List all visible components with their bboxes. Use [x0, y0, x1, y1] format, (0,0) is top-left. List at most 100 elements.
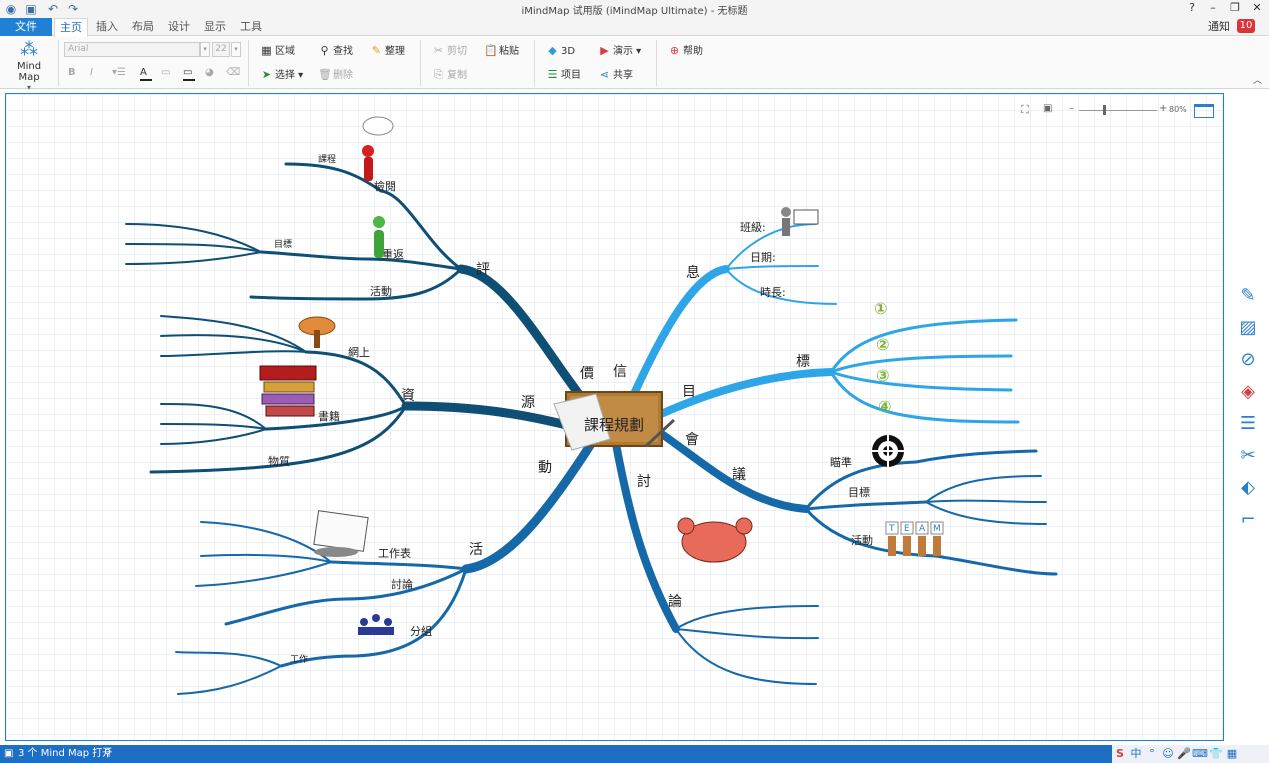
sub-class[interactable]: 班級: — [740, 221, 766, 234]
underline-color-icon[interactable]: ▭ — [183, 65, 195, 81]
tab-design[interactable]: 设计 — [162, 18, 196, 36]
scissors-code-icon[interactable]: ✂ — [1236, 444, 1260, 468]
highlight-icon[interactable]: ▭ — [161, 65, 170, 81]
close-button[interactable]: ✕ — [1247, 1, 1267, 14]
target-icon[interactable] — [868, 431, 908, 471]
tab-layout[interactable]: 布局 — [126, 18, 160, 36]
tree-image[interactable] — [298, 316, 336, 348]
teacher-image[interactable] — [781, 207, 819, 236]
green-figure-image[interactable] — [373, 216, 385, 258]
tab-tools[interactable]: 工具 — [234, 18, 268, 36]
branch-info-label[interactable]: 息 — [686, 264, 700, 281]
sub-discussion[interactable]: 討論 — [391, 577, 413, 591]
branch-meeting-label[interactable]: 議 — [732, 466, 746, 483]
present-button[interactable]: ▶ 演示 ▾ — [598, 43, 641, 59]
branch-eval-label[interactable]: 評 — [476, 262, 490, 278]
restore-button[interactable]: ❐ — [1225, 1, 1245, 14]
tidy-button[interactable]: ✎ 整理 — [370, 43, 405, 59]
bold-button[interactable]: B — [68, 65, 76, 81]
branch-activity-label[interactable]: 活 — [469, 542, 483, 558]
sub-duration[interactable]: 時長: — [760, 286, 786, 299]
thought-figure-image[interactable] — [362, 116, 394, 181]
books-image[interactable] — [259, 365, 317, 417]
branch-goal-label[interactable]: 標 — [796, 354, 810, 370]
sub-return[interactable]: 重返 — [382, 247, 404, 261]
paste-button[interactable]: 📋粘贴 — [484, 43, 519, 59]
sub-grouping[interactable]: 分組 — [410, 625, 432, 638]
sub-date[interactable]: 日期: — [750, 251, 776, 264]
delete-button[interactable]: 🗑删除 — [318, 67, 353, 83]
team-image[interactable]: T E A M — [885, 521, 944, 556]
share-button[interactable]: ⋖ 共享 — [598, 67, 633, 83]
help-ribbon-button[interactable]: ⊕ 帮助 — [668, 43, 703, 59]
region-button[interactable]: ▦ 区域 — [260, 43, 295, 59]
size-chevron-icon[interactable]: ▾ — [231, 42, 241, 57]
menu-grid-icon[interactable]: ▦ — [1224, 745, 1240, 763]
branch-eval-sub2[interactable] — [259, 250, 463, 271]
branch-eval-label2[interactable]: 價 — [580, 365, 594, 382]
worksheet-image[interactable] — [313, 510, 369, 557]
sub-aim[interactable]: 瞄準 — [830, 455, 852, 469]
notify-label[interactable]: 通知 — [1208, 18, 1230, 36]
font-size-select[interactable]: 22 — [212, 42, 230, 57]
branch-resource-label2[interactable]: 源 — [521, 395, 535, 411]
sogou-icon[interactable]: S — [1112, 745, 1128, 763]
shapes-icon[interactable]: ◈ — [1236, 380, 1260, 404]
chinese-mode-icon[interactable]: 中 — [1128, 745, 1144, 763]
branch-discuss[interactable] — [612, 440, 680, 633]
tab-home[interactable]: 主页 — [54, 18, 88, 37]
sub-eval-goal[interactable]: 目標 — [274, 238, 292, 250]
keyboard-icon[interactable]: ⌨ — [1192, 745, 1208, 763]
goal-item-2[interactable]: ② — [876, 335, 890, 354]
cut-button[interactable]: ✂ 剪切 — [432, 43, 467, 59]
crab-image[interactable] — [677, 517, 753, 563]
status-text[interactable]: 3 个 Mind Map 打开 — [18, 745, 112, 763]
image-icon[interactable]: ▨ — [1236, 316, 1260, 340]
branch-meeting-label2[interactable]: 會 — [685, 432, 699, 448]
goal-item-4[interactable]: ④ — [878, 397, 892, 416]
sub-work[interactable]: 工作 — [290, 653, 308, 665]
outline-icon[interactable]: ☰ — [1236, 412, 1260, 436]
help-button[interactable]: ? — [1182, 1, 1202, 14]
sub-online[interactable]: 網上 — [348, 345, 370, 359]
list-icon[interactable]: ▾☰ — [112, 65, 126, 81]
fill-icon[interactable]: ◕ — [205, 65, 214, 81]
emoji-icon[interactable]: ☺ — [1160, 745, 1176, 763]
goal-item-3[interactable]: ③ — [876, 366, 890, 385]
copy-button[interactable]: ⎘ 复制 — [432, 67, 467, 83]
tab-insert[interactable]: 插入 — [90, 18, 124, 36]
branch-info[interactable] — [630, 265, 730, 398]
select-button[interactable]: ➤ 选择 ▾ — [260, 67, 303, 83]
find-button[interactable]: ⚲ 查找 — [318, 43, 353, 59]
skin-icon[interactable]: 👕 — [1208, 745, 1224, 763]
tab-file[interactable]: 文件 — [0, 18, 52, 36]
collapse-ribbon-icon[interactable]: ︿ — [1253, 73, 1262, 89]
paperclip-icon[interactable]: ⊘ — [1236, 348, 1260, 372]
branch-info-label2[interactable]: 信 — [613, 364, 627, 380]
central-node[interactable]: 課程規劃 — [553, 391, 676, 451]
sub-course[interactable]: 課程 — [318, 153, 336, 165]
3d-button[interactable]: ◆ 3D — [546, 43, 575, 59]
text-color-icon[interactable]: A — [140, 65, 152, 81]
goal-item-1[interactable]: ① — [874, 299, 888, 318]
italic-button[interactable]: I — [90, 65, 93, 81]
mindmap-canvas[interactable]: ⛶ ▣ – + 80% 課程規劃 評 價 資 源 活 動 討 論 會 議 目 標… — [5, 93, 1224, 741]
sub-meeting-goal[interactable]: 目標 — [848, 485, 870, 499]
branch-eval[interactable] — [456, 264, 596, 415]
sub-books[interactable]: 書籍 — [318, 409, 340, 423]
sub-material[interactable]: 物質 — [268, 454, 290, 468]
group-people-image[interactable] — [358, 614, 394, 635]
pin-icon[interactable]: ⚲ — [104, 745, 111, 763]
sub-meeting-activity[interactable]: 活動 — [851, 533, 873, 547]
punctuation-icon[interactable]: ° — [1144, 745, 1160, 763]
branch-eval-sub3[interactable] — [249, 267, 463, 301]
branch-activity-label2[interactable]: 動 — [538, 460, 552, 476]
tab-view[interactable]: 显示 — [198, 18, 232, 36]
sub-worksheet[interactable]: 工作表 — [378, 546, 411, 560]
font-name-select[interactable]: Arial — [64, 42, 200, 57]
sub-eval-activity[interactable]: 活動 — [370, 284, 392, 298]
notify-badge[interactable]: 10 — [1237, 19, 1255, 33]
branch-goal-label2[interactable]: 目 — [682, 384, 696, 400]
minimize-button[interactable]: – — [1203, 1, 1223, 14]
clear-format-icon[interactable]: ⌫ — [226, 65, 240, 81]
